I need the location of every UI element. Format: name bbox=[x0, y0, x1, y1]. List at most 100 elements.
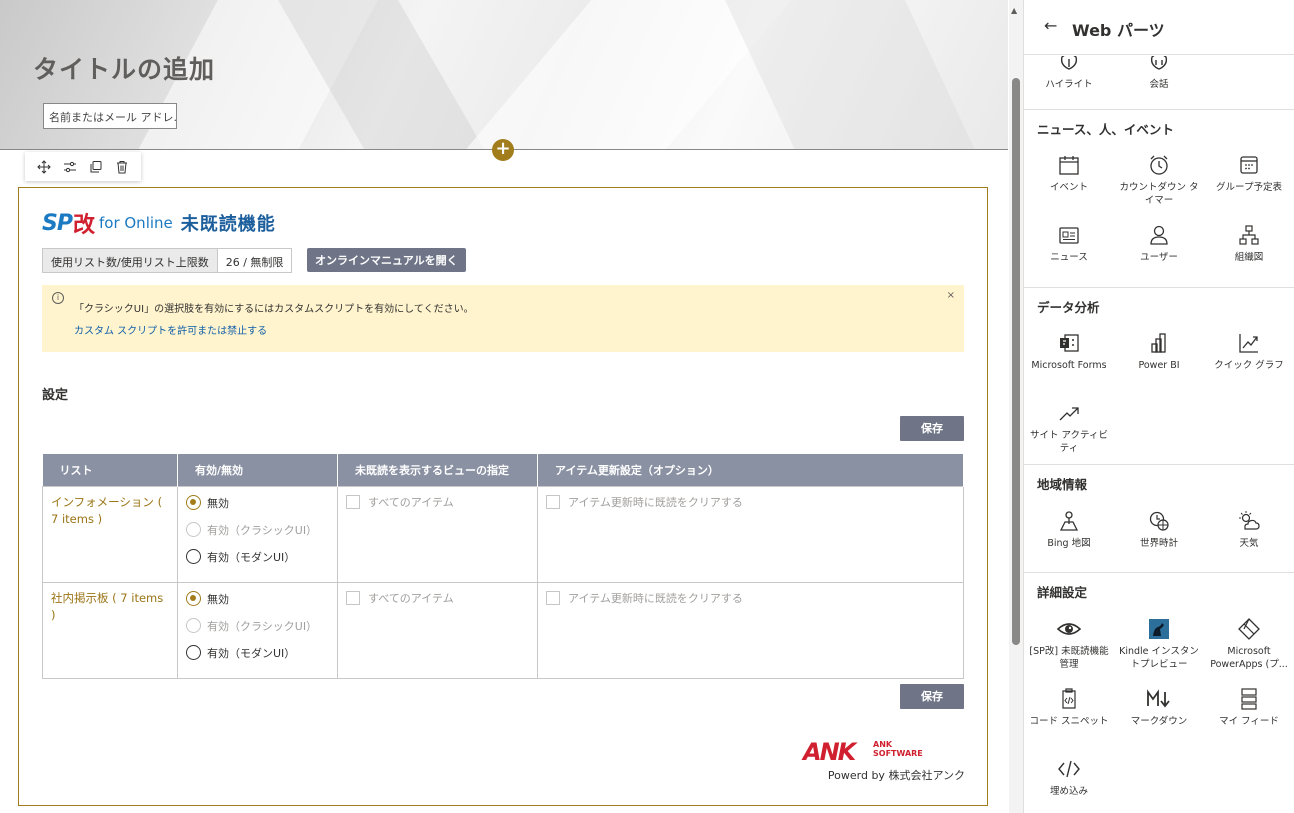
tile-label: [SP改] 未既読機能管理 bbox=[1029, 646, 1109, 670]
save-button-top[interactable]: 保存 bbox=[900, 416, 964, 441]
radio-disabled-option[interactable]: 無効 bbox=[186, 590, 329, 608]
tile-label: カウントダウン タイマー bbox=[1119, 182, 1199, 206]
webpart-tile-news[interactable]: ニュース bbox=[1024, 223, 1114, 264]
delete-icon[interactable] bbox=[111, 156, 133, 178]
map-pin-icon bbox=[1024, 509, 1114, 533]
webpart-tile-events[interactable]: イベント bbox=[1024, 153, 1114, 194]
webpart-tile-conversations[interactable]: 会話 bbox=[1114, 56, 1204, 91]
logo-feature: 未既読機能 bbox=[180, 214, 276, 235]
custom-script-link[interactable]: カスタム スクリプトを許可または禁止する bbox=[74, 322, 267, 337]
webpart-tile-countdown[interactable]: カウントダウン タイマー bbox=[1114, 153, 1204, 207]
section-title-advanced: 詳細設定 bbox=[1037, 585, 1088, 600]
webpart-tile-world-clock[interactable]: 世界時計 bbox=[1114, 509, 1204, 550]
add-section-button[interactable]: + bbox=[492, 139, 514, 161]
save-button-bottom[interactable]: 保存 bbox=[900, 684, 964, 709]
update-checkbox: アイテム更新時に既読をクリアする bbox=[546, 590, 955, 606]
radio-modern-option[interactable]: 有効（モダンUI） bbox=[186, 548, 329, 566]
tile-label: 天気 bbox=[1239, 538, 1259, 549]
weather-icon bbox=[1204, 509, 1294, 533]
calendar-icon bbox=[1024, 153, 1114, 177]
webpart-tile-my-feed[interactable]: マイ フィード bbox=[1204, 687, 1294, 728]
column-header: 未既読を表示するビューの指定 bbox=[337, 454, 538, 486]
webpart-tile-powerapps[interactable]: Microsoft PowerApps (プ... bbox=[1204, 617, 1294, 671]
back-arrow-icon[interactable]: ← bbox=[1044, 16, 1057, 35]
separator bbox=[1024, 464, 1294, 465]
notice-message: 「クラシックUI」の選択肢を有効にするにはカスタムスクリプトを有効にしてください… bbox=[74, 304, 474, 315]
list-count-box: 使用リスト数/使用リスト上限数 26 / 無制限 bbox=[42, 248, 293, 273]
conversations-icon bbox=[1114, 56, 1204, 74]
radio-button[interactable] bbox=[186, 591, 201, 606]
radio-button[interactable] bbox=[186, 495, 201, 510]
list-name-link[interactable]: インフォメーション ( 7 items ) bbox=[51, 494, 169, 528]
scrollbar-thumb[interactable] bbox=[1012, 78, 1020, 645]
markdown-icon bbox=[1114, 687, 1204, 711]
radio-button[interactable] bbox=[186, 645, 201, 660]
tile-label: 会話 bbox=[1149, 79, 1169, 90]
table-row: インフォメーション ( 7 items ) 無効 有効（クラシックUI） 有効（… bbox=[42, 485, 964, 583]
webpart-tile-code-snippet[interactable]: コード スニペット bbox=[1024, 687, 1114, 728]
column-header: アイテム更新設定（オプション） bbox=[537, 454, 964, 486]
tile-label: Microsoft Forms bbox=[1031, 360, 1107, 371]
radio-label: 有効（クラシックUI） bbox=[207, 619, 318, 633]
webpart-tile-weather[interactable]: 天気 bbox=[1204, 509, 1294, 550]
author-input[interactable]: 名前またはメール アドレ. bbox=[43, 103, 177, 129]
person-icon bbox=[1114, 223, 1204, 247]
scroll-up-icon[interactable]: ▲ bbox=[1011, 6, 1017, 15]
list-settings-table: リスト 有効/無効 未既読を表示するビューの指定 アイテム更新設定（オプション）… bbox=[42, 454, 964, 679]
page-title[interactable]: タイトルの追加 bbox=[33, 50, 215, 86]
webpart-tile-kindle[interactable]: Kindle インスタントプレビュー bbox=[1114, 617, 1204, 671]
tile-label: Bing 地図 bbox=[1047, 538, 1091, 549]
my-feed-icon bbox=[1204, 687, 1294, 711]
webpart-tile-powerbi[interactable]: Power BI bbox=[1114, 331, 1204, 372]
list-name-link[interactable]: 社内掲示板 ( 7 items ) bbox=[51, 590, 169, 624]
open-manual-button[interactable]: オンラインマニュアルを開く bbox=[307, 248, 466, 272]
radio-label: 無効 bbox=[207, 592, 229, 606]
webparts-panel: ← Web パーツ ハイライト 会話 ニュース、人、イベント イベント カウント… bbox=[1023, 0, 1294, 813]
radio-disabled-option[interactable]: 無効 bbox=[186, 494, 329, 512]
webpart-toolbar bbox=[25, 152, 141, 181]
radio-modern-option[interactable]: 有効（モダンUI） bbox=[186, 644, 329, 662]
webpart-tile-org-chart[interactable]: 組織図 bbox=[1204, 223, 1294, 264]
checkbox bbox=[346, 590, 360, 605]
tile-label: サイト アクティビティ bbox=[1030, 430, 1108, 454]
checkbox bbox=[346, 494, 360, 509]
tile-label: クイック グラフ bbox=[1214, 360, 1284, 371]
logo-sp: SP bbox=[42, 210, 73, 236]
radio-button[interactable] bbox=[186, 549, 201, 564]
webpart-tile-sp-kai-unread[interactable]: [SP改] 未既読機能管理 bbox=[1024, 617, 1114, 671]
embed-icon bbox=[1024, 757, 1114, 781]
close-icon[interactable]: × bbox=[947, 290, 955, 301]
checkbox-label: すべてのアイテム bbox=[368, 495, 454, 509]
tile-label: Kindle インスタントプレビュー bbox=[1119, 646, 1199, 670]
webpart-tile-group-calendar[interactable]: グループ予定表 bbox=[1204, 153, 1294, 194]
webpart-tile-highlights[interactable]: ハイライト bbox=[1024, 56, 1114, 91]
edit-properties-icon[interactable] bbox=[59, 156, 81, 178]
tile-label: イベント bbox=[1049, 182, 1088, 193]
list-count-value: 26 / 無制限 bbox=[217, 249, 292, 272]
update-checkbox: アイテム更新時に既読をクリアする bbox=[546, 494, 955, 510]
radio-label: 有効（モダンUI） bbox=[207, 550, 296, 564]
webpart-tile-forms[interactable]: Microsoft Forms bbox=[1024, 331, 1114, 372]
tile-label: グループ予定表 bbox=[1216, 182, 1282, 193]
column-header: 有効/無効 bbox=[177, 454, 338, 486]
move-icon[interactable] bbox=[33, 156, 55, 178]
unread-feature-webpart: SP 改 for Online 未既読機能 使用リスト数/使用リスト上限数 26… bbox=[18, 187, 988, 806]
radio-label: 無効 bbox=[207, 496, 229, 510]
webpart-tile-markdown[interactable]: マークダウン bbox=[1114, 687, 1204, 728]
checkbox bbox=[546, 590, 560, 605]
webpart-tile-embed[interactable]: 埋め込み bbox=[1024, 757, 1114, 798]
code-snippet-icon bbox=[1024, 687, 1114, 711]
table-row: 社内掲示板 ( 7 items ) 無効 有効（クラシックUI） 有効（モダンU… bbox=[42, 581, 964, 679]
webpart-tile-quick-chart[interactable]: クイック グラフ bbox=[1204, 331, 1294, 372]
webpart-tile-people[interactable]: ユーザー bbox=[1114, 223, 1204, 264]
settings-heading: 設定 bbox=[42, 388, 69, 403]
duplicate-icon[interactable] bbox=[85, 156, 107, 178]
tile-label: Power BI bbox=[1138, 360, 1180, 371]
tile-label: 埋め込み bbox=[1049, 786, 1088, 797]
tile-label: Microsoft PowerApps (プ... bbox=[1210, 646, 1288, 670]
radio-button bbox=[186, 618, 201, 633]
checkbox bbox=[546, 494, 560, 509]
webpart-tile-site-activity[interactable]: サイト アクティビティ bbox=[1024, 401, 1114, 455]
radio-button bbox=[186, 522, 201, 537]
webpart-tile-bing-maps[interactable]: Bing 地図 bbox=[1024, 509, 1114, 550]
